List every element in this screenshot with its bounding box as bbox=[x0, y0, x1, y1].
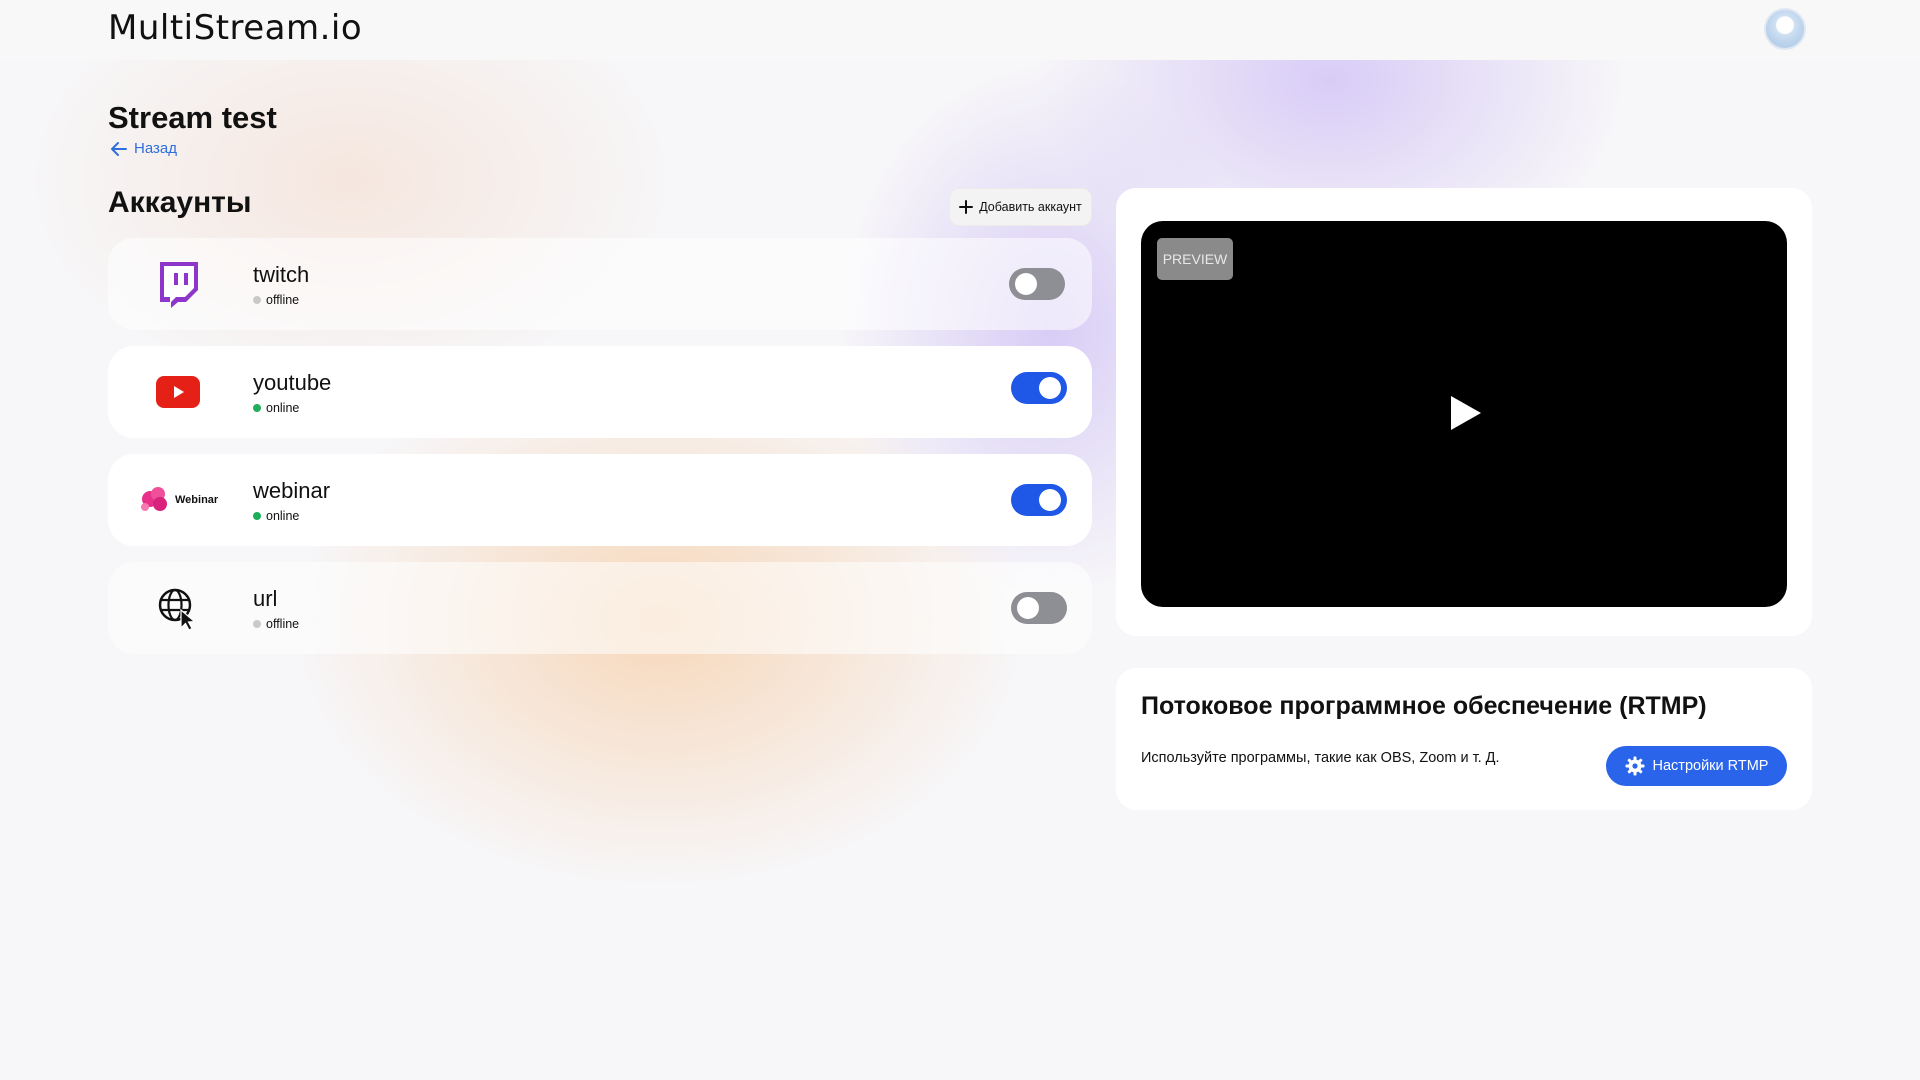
toggle-knob bbox=[1039, 489, 1061, 511]
account-name: webinar bbox=[253, 478, 331, 503]
account-status: online bbox=[253, 509, 299, 523]
status-dot-offline bbox=[253, 620, 261, 628]
account-name: url bbox=[253, 586, 278, 611]
webinar-mark-icon bbox=[141, 487, 167, 511]
webinar-logo-text: Webinar bbox=[175, 494, 219, 506]
status-dot-online bbox=[253, 512, 261, 520]
preview-panel: PREVIEW bbox=[1116, 188, 1812, 636]
account-name: twitch bbox=[253, 262, 310, 287]
globe-icon bbox=[158, 588, 196, 630]
account-status-label: online bbox=[266, 401, 300, 415]
status-dot-offline bbox=[253, 296, 261, 304]
toggle-knob bbox=[1015, 273, 1037, 295]
rtmp-settings-label: Настройки RTMP bbox=[1652, 758, 1769, 774]
account-status-label: online bbox=[266, 509, 300, 523]
gear-icon bbox=[1625, 756, 1645, 776]
youtube-icon bbox=[156, 376, 200, 408]
play-icon[interactable] bbox=[1451, 396, 1481, 430]
account-toggle-twitch[interactable] bbox=[1009, 268, 1065, 300]
account-status-label: offline bbox=[266, 617, 300, 631]
status-dot-online bbox=[253, 404, 261, 412]
video-preview[interactable]: PREVIEW bbox=[1141, 221, 1787, 607]
account-card-url[interactable]: url offline bbox=[108, 562, 1092, 654]
account-toggle-webinar[interactable] bbox=[1011, 484, 1067, 516]
account-status: online bbox=[253, 401, 299, 415]
preview-tag: PREVIEW bbox=[1157, 238, 1233, 280]
account-status: offline bbox=[253, 293, 299, 307]
account-toggle-youtube[interactable] bbox=[1011, 372, 1067, 404]
rtmp-panel: Потоковое программное обеспечение (RTMP)… bbox=[1116, 668, 1812, 810]
webinar-logo: Webinar bbox=[138, 454, 248, 546]
rtmp-description: Используйте программы, такие как OBS, Zo… bbox=[1141, 750, 1500, 766]
add-account-button[interactable]: Добавить аккаунт bbox=[949, 188, 1092, 226]
add-account-label: Добавить аккаунт bbox=[979, 200, 1082, 214]
back-link-label: Назад bbox=[134, 140, 177, 157]
page-title: Stream test bbox=[108, 100, 277, 135]
twitch-icon bbox=[160, 262, 198, 308]
rtmp-title: Потоковое программное обеспечение (RTMP) bbox=[1141, 692, 1707, 720]
accounts-title: Аккаунты bbox=[108, 186, 252, 219]
globe-cursor-icon bbox=[128, 562, 228, 654]
back-link[interactable]: Назад bbox=[110, 140, 177, 157]
rtmp-settings-button[interactable]: Настройки RTMP bbox=[1606, 746, 1787, 786]
top-bar: MultiStream.io bbox=[0, 0, 1920, 60]
account-status-label: offline bbox=[266, 293, 300, 307]
account-name: youtube bbox=[253, 370, 332, 395]
account-card-webinar[interactable]: Webinar webinar online bbox=[108, 454, 1092, 546]
account-toggle-url[interactable] bbox=[1011, 592, 1067, 624]
plus-icon bbox=[959, 200, 974, 214]
toggle-knob bbox=[1017, 597, 1039, 619]
app-logo[interactable]: MultiStream.io bbox=[108, 8, 362, 48]
youtube-logo bbox=[128, 346, 228, 438]
account-card-twitch[interactable]: twitch offline bbox=[108, 238, 1092, 330]
account-card-youtube[interactable]: youtube online bbox=[108, 346, 1092, 438]
user-avatar[interactable] bbox=[1764, 8, 1806, 50]
arrow-left-icon bbox=[111, 141, 127, 156]
account-status: offline bbox=[253, 617, 299, 631]
twitch-logo bbox=[128, 238, 228, 330]
toggle-knob bbox=[1039, 377, 1061, 399]
main-content: Stream test Назад Аккаунты Добавить акка… bbox=[0, 0, 1920, 1080]
